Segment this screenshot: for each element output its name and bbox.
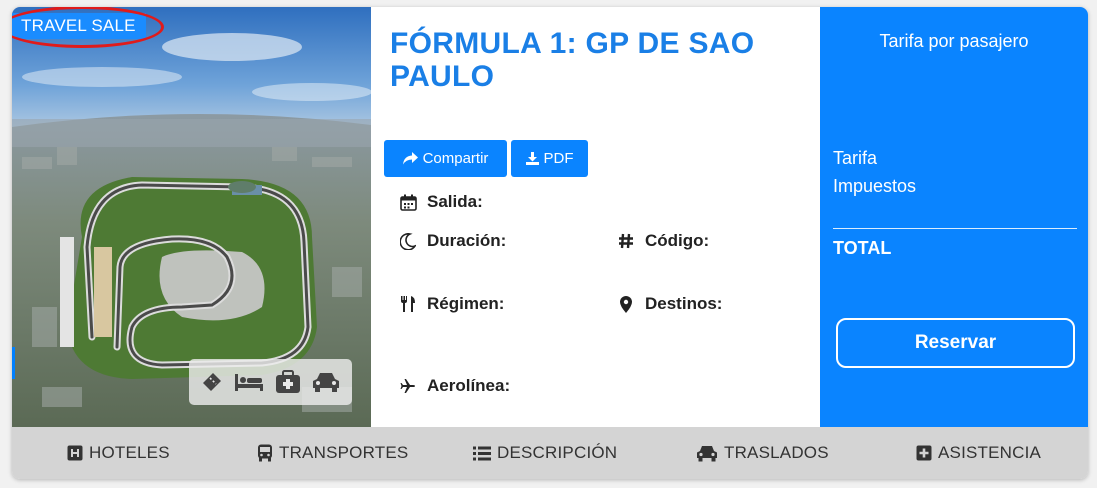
- plus-square-icon: [916, 445, 932, 461]
- tab-transports-label: TRANSPORTES: [279, 443, 409, 462]
- tab-hotels[interactable]: HOTELES: [67, 427, 170, 479]
- download-icon: [525, 152, 539, 165]
- tab-transfers-label: TRASLADOS: [724, 443, 829, 462]
- luggage-icon: [275, 370, 301, 394]
- destination-photo[interactable]: TRAVEL SALE: [12, 7, 371, 427]
- code-field: Código:: [617, 231, 709, 251]
- bed-icon: [234, 371, 264, 393]
- destinations-field: Destinos:: [617, 294, 722, 314]
- package-card: TRAVEL SALE FÓRMULA 1: GP DE SAO PAULO C…: [12, 7, 1088, 479]
- map-pin-icon: [617, 295, 635, 313]
- taxes-label: Impuestos: [833, 176, 917, 196]
- detail-tabs: HOTELES TRANSPORTES DESCRIPCIÓN TRASLADO…: [12, 427, 1088, 479]
- utensils-icon: [399, 295, 417, 313]
- tab-transports[interactable]: TRANSPORTES: [257, 427, 408, 479]
- pricing-header: Tarifa por pasajero: [879, 31, 1029, 51]
- share-icon: [402, 152, 418, 165]
- pdf-button-label: PDF: [543, 150, 574, 167]
- list-icon: [473, 446, 491, 460]
- airline-label: Aerolínea:: [427, 376, 511, 395]
- fare-label: Tarifa: [833, 148, 878, 168]
- moon-icon: [399, 232, 417, 250]
- hash-icon: [617, 233, 635, 249]
- departure-label: Salida:: [427, 192, 483, 211]
- plane-icon: [399, 378, 417, 394]
- edge-marker: [12, 347, 15, 379]
- tab-assistance[interactable]: ASISTENCIA: [916, 427, 1041, 479]
- calendar-icon: [399, 194, 417, 211]
- duration-field: Duración:: [399, 231, 506, 251]
- airline-field: Aerolínea:: [399, 376, 510, 396]
- car-icon: [697, 445, 717, 461]
- reserve-button[interactable]: Reservar: [836, 318, 1075, 368]
- destinations-label: Destinos:: [645, 294, 723, 313]
- bus-icon: [258, 444, 272, 462]
- share-button[interactable]: Compartir: [384, 140, 507, 177]
- pricing-panel: Tarifa por pasajero Tarifa Impuestos TOT…: [820, 7, 1088, 427]
- car-icon: [311, 371, 341, 393]
- tab-assistance-label: ASISTENCIA: [938, 443, 1042, 462]
- ticket-icon: [200, 370, 224, 394]
- departure-field: Salida:: [399, 192, 483, 212]
- share-button-label: Compartir: [422, 150, 489, 167]
- duration-label: Duración:: [427, 231, 507, 250]
- hotel-icon: [67, 445, 83, 461]
- code-label: Código:: [645, 231, 710, 250]
- board-field: Régimen:: [399, 294, 504, 314]
- total-divider: [833, 228, 1077, 229]
- package-title: FÓRMULA 1: GP DE SAO PAULO: [390, 27, 755, 93]
- tab-hotels-label: HOTELES: [89, 443, 170, 462]
- total-label: TOTAL: [833, 238, 892, 258]
- package-details: FÓRMULA 1: GP DE SAO PAULO Compartir PDF…: [371, 7, 820, 427]
- tab-description-label: DESCRIPCIÓN: [497, 443, 618, 462]
- tab-description[interactable]: DESCRIPCIÓN: [473, 427, 617, 479]
- board-label: Régimen:: [427, 294, 505, 313]
- pdf-button[interactable]: PDF: [511, 140, 588, 177]
- tab-transfers[interactable]: TRASLADOS: [696, 427, 829, 479]
- included-services: [189, 359, 352, 405]
